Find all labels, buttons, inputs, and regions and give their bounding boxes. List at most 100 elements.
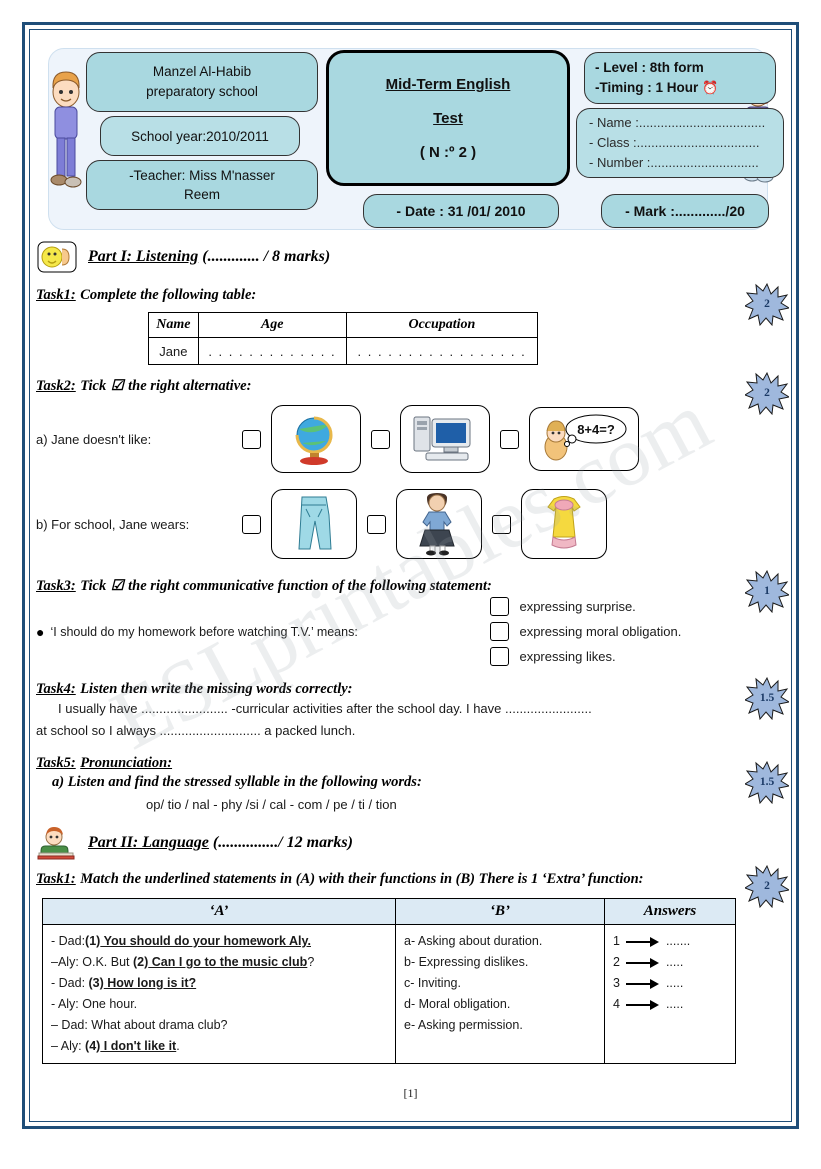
arrow-icon bbox=[625, 936, 660, 947]
timing-label: -Timing : 1 Hour bbox=[595, 80, 699, 95]
checkbox-a3[interactable] bbox=[500, 429, 519, 449]
arrow-icon bbox=[625, 999, 660, 1010]
answer-row[interactable]: 4 ..... bbox=[613, 994, 727, 1015]
answer-dots-4[interactable]: ..... bbox=[666, 994, 683, 1015]
mark-label: - Mark :............./20 bbox=[625, 203, 745, 219]
task1-mark-badge: 2 bbox=[745, 282, 789, 326]
task4-label: Task4: bbox=[36, 681, 76, 697]
school-name-line2: preparatory school bbox=[146, 84, 258, 99]
checkbox-f2[interactable] bbox=[490, 622, 510, 641]
school-uniform-girl-icon[interactable] bbox=[396, 489, 482, 559]
task3-options: expressing surprise. expressing moral ob… bbox=[490, 597, 681, 666]
dlg-1-underlined: You should do your homework Aly. bbox=[100, 934, 311, 948]
dlg-6-underlined: I don't like it bbox=[100, 1039, 177, 1053]
teacher-line2: Reem bbox=[183, 187, 220, 202]
task2-question-a: a) Jane doesn't like: 8+4=? bbox=[36, 405, 785, 473]
dlg-1-num: (1) bbox=[85, 934, 101, 948]
task5-row: Task5: Pronunciation: 1.5 bbox=[36, 754, 789, 804]
task3-option-3-label: expressing likes. bbox=[519, 649, 616, 664]
dlg-2-pre: –Aly: O.K. But bbox=[51, 955, 133, 969]
matching-table-header-row: ‘A’ ‘B’ Answers bbox=[42, 898, 736, 925]
test-title-line1: Mid-Term English bbox=[385, 75, 511, 93]
task2-instruction-post: the right alternative: bbox=[128, 378, 252, 394]
checkbox-b3[interactable] bbox=[492, 514, 511, 534]
reading-boy-icon bbox=[36, 826, 78, 860]
col-occupation-header: Occupation bbox=[345, 312, 539, 338]
cell-age[interactable]: . . . . . . . . . . . . . bbox=[197, 337, 347, 365]
listening-info-table: Name Age Occupation Jane . . . . . . . .… bbox=[148, 312, 539, 365]
math-thinking-icon[interactable]: 8+4=? bbox=[529, 407, 639, 471]
function-item: b- Expressing dislikes. bbox=[404, 955, 529, 969]
dlg-6-post: . bbox=[176, 1039, 180, 1053]
answer-num-2: 2 bbox=[613, 955, 620, 969]
function-item: e- Asking permission. bbox=[404, 1018, 523, 1032]
checkbox-f3[interactable] bbox=[490, 647, 510, 666]
answer-num-3: 3 bbox=[613, 976, 620, 990]
student-identity-box: - Name :................................… bbox=[576, 108, 784, 178]
cell-name: Jane bbox=[148, 337, 199, 365]
task4-instruction: Listen then write the missing words corr… bbox=[80, 681, 353, 697]
answer-dots-1[interactable]: ....... bbox=[666, 931, 690, 952]
dlg-6-num: (4) bbox=[85, 1039, 101, 1053]
task5-label: Task5: bbox=[36, 755, 76, 771]
answer-row[interactable]: 3 ..... bbox=[613, 973, 727, 994]
answer-dots-2[interactable]: ..... bbox=[666, 952, 683, 973]
yellow-dress-icon[interactable] bbox=[521, 489, 607, 559]
dialogue-line: –Aly: O.K. But (2) Can I go to the music… bbox=[51, 952, 387, 973]
table-row: Jane . . . . . . . . . . . . . . . . . .… bbox=[148, 337, 539, 365]
col-b-header: ‘B’ bbox=[395, 898, 605, 925]
boy-student-illustration bbox=[44, 66, 88, 196]
col-a-header: ‘A’ bbox=[42, 898, 396, 925]
part1-heading-row: Part I: Listening (............. / 8 mar… bbox=[36, 240, 785, 274]
checkbox-b2[interactable] bbox=[367, 514, 386, 534]
task4-line2[interactable]: at school so I always ..................… bbox=[36, 720, 785, 742]
checkbox-glyph-icon: ☑ bbox=[110, 378, 124, 394]
dlg-3-num: (3) bbox=[88, 976, 104, 990]
task5-sub-a: a) Listen and find the stressed syllable… bbox=[52, 774, 422, 790]
teacher-box: -Teacher: Miss M'nasser Reem bbox=[86, 160, 318, 210]
task1-label: Task1: bbox=[36, 287, 76, 303]
task5-instruction: Pronunciation: bbox=[80, 755, 173, 771]
number-field[interactable]: - Number :.............................. bbox=[589, 153, 759, 173]
task4-mark-badge: 1.5 bbox=[745, 676, 789, 720]
question-b-prompt: b) For school, Jane wears: bbox=[36, 516, 190, 532]
desktop-computer-icon[interactable] bbox=[400, 405, 490, 473]
task1-row: Task1: Complete the following table: 2 bbox=[36, 282, 789, 326]
jeans-icon[interactable] bbox=[271, 489, 357, 559]
col-name-header: Name bbox=[148, 312, 199, 338]
task3-instruction-pre: Tick bbox=[80, 578, 107, 594]
school-year-label: School year:2010/2011 bbox=[131, 128, 269, 144]
answer-row[interactable]: 1 ....... bbox=[613, 931, 727, 952]
arrow-icon bbox=[625, 978, 660, 989]
checkbox-b1[interactable] bbox=[242, 514, 261, 534]
task3-option-1-label: expressing surprise. bbox=[519, 599, 636, 614]
part2-task1-label: Task1: bbox=[36, 871, 76, 887]
mark-box[interactable]: - Mark :............./20 bbox=[601, 194, 769, 228]
answer-row[interactable]: 2 ..... bbox=[613, 952, 727, 973]
dlg-6-pre: – Aly: bbox=[51, 1039, 86, 1053]
dlg-1-pre: - Dad: bbox=[51, 934, 86, 948]
school-name-box: Manzel Al-Habib preparatory school bbox=[86, 52, 318, 112]
part2-task1-row: Task1: Match the underlined statements i… bbox=[36, 864, 789, 908]
dlg-4-pre: - Aly: One hour. bbox=[51, 997, 138, 1011]
checkbox-a2[interactable] bbox=[371, 429, 390, 449]
test-title-line2: Test bbox=[433, 109, 463, 127]
part2-heading: Part II: Language (.............../ 12 m… bbox=[88, 834, 353, 852]
part2-heading-row: Part II: Language (.............../ 12 m… bbox=[36, 826, 785, 860]
page-number: [1] bbox=[403, 1086, 418, 1100]
task3-body: ● ‘I should do my homework before watchi… bbox=[36, 597, 785, 666]
function-item: a- Asking about duration. bbox=[404, 934, 543, 948]
school-year-box: School year:2010/2011 bbox=[100, 116, 300, 156]
school-name-line1: Manzel Al-Habib bbox=[152, 64, 252, 79]
cell-occupation[interactable]: . . . . . . . . . . . . . . . . . bbox=[345, 337, 539, 365]
name-field[interactable]: - Name :................................… bbox=[589, 113, 765, 133]
checkbox-a1[interactable] bbox=[242, 429, 261, 449]
class-field[interactable]: - Class :...............................… bbox=[589, 133, 759, 153]
task4-line1[interactable]: I usually have ........................ … bbox=[58, 698, 785, 720]
task4-mark-value: 1.5 bbox=[759, 692, 775, 704]
globe-icon[interactable] bbox=[271, 405, 361, 473]
answer-dots-3[interactable]: ..... bbox=[666, 973, 683, 994]
checkbox-f1[interactable] bbox=[490, 597, 510, 616]
timing-row: -Timing : 1 Hour ⏰ bbox=[595, 78, 718, 98]
answer-num-1: 1 bbox=[613, 934, 620, 948]
